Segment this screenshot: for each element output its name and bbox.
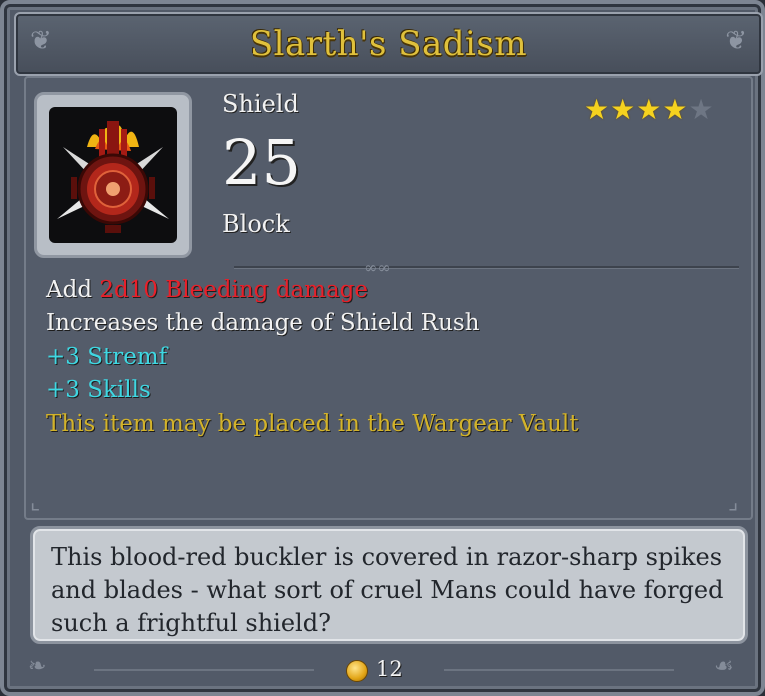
footer-ornament-left-icon: ❧ [28,654,47,679]
divider-ornament-icon: ∞∞ [364,258,391,277]
footer-rule-right [444,669,674,671]
star-filled-icon: ★ [584,93,610,126]
stat-skills-bonus: +3 Skills [46,377,151,403]
panel-corner-left-icon: ⌞ [30,490,41,515]
description-box: This blood-red buckler is covered in raz… [30,526,748,644]
stat-bleeding-prefix: Add [46,277,93,303]
item-tooltip-card: ❦ Slarth's Sadism ❦ Shield 25 Block ★★★★… [0,0,765,696]
item-price: 12 [376,657,403,681]
block-value: 25 [222,126,301,199]
section-divider [234,266,739,268]
footer-rule-left [94,669,314,671]
gold-coin-icon [346,660,368,682]
star-filled-icon: ★ [610,93,636,126]
spiked-red-shield-icon [49,107,177,243]
stat-stremf-bonus: +3 Stremf [46,344,168,370]
star-filled-icon: ★ [636,93,662,126]
stat-shield-rush: Increases the damage of Shield Rush [46,310,480,336]
stat-bleeding-value: 2d10 Bleeding damage [99,277,369,303]
item-type: Shield [222,90,299,118]
item-description: This blood-red buckler is covered in raz… [51,543,724,637]
star-filled-icon: ★ [662,93,688,126]
item-title: Slarth's Sadism [249,24,528,64]
footer-bar: ❧ 12 ☙ [24,652,749,688]
block-label: Block [222,210,290,238]
footer-ornament-right-icon: ☙ [714,654,734,679]
star-empty-icon: ★ [688,93,714,126]
item-icon-frame [34,92,192,258]
title-bar: ❦ Slarth's Sadism ❦ [14,12,763,76]
panel-corner-right-icon: ⌟ [728,490,739,515]
title-ornament-right-icon: ❦ [725,26,747,56]
stat-bleeding: Add 2d10 Bleeding damage [46,276,368,304]
wargear-vault-note: This item may be placed in the Wargear V… [46,411,579,437]
rarity-rating: ★★★★★ [584,96,715,124]
